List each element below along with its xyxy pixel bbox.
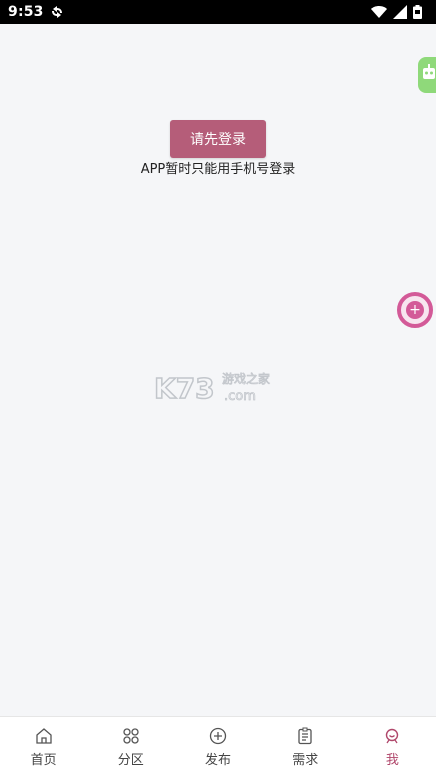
cellular-icon	[393, 5, 407, 19]
nav-label-home: 首页	[30, 753, 57, 768]
grid-icon	[122, 727, 140, 745]
float-add-button[interactable]: +	[397, 292, 433, 328]
wifi-icon	[371, 5, 387, 19]
battery-icon	[413, 5, 422, 19]
robot-icon	[422, 64, 436, 86]
status-bar: 9:53	[0, 0, 436, 24]
side-widget[interactable]	[418, 57, 436, 93]
nav-label-category: 分区	[117, 753, 144, 768]
nav-item-publish[interactable]: 发布	[174, 717, 261, 775]
watermark-bottom-right: .com	[224, 389, 256, 404]
nav-label-me: 我	[385, 753, 399, 768]
add-circle-icon	[209, 727, 227, 745]
plus-icon: +	[406, 301, 424, 319]
nav-label-demand: 需求	[292, 753, 319, 768]
nav-item-category[interactable]: 分区	[87, 717, 174, 775]
nav-item-me[interactable]: 我	[349, 717, 436, 775]
main-content: 请先登录 APP暂时只能用手机号登录 + K73 游戏之家 .com	[0, 24, 436, 716]
sync-icon	[50, 5, 64, 19]
watermark-top-right: 游戏之家	[222, 371, 270, 386]
clipboard-icon	[296, 727, 314, 745]
bottom-nav: 首页 分区 发布 需求 我	[0, 716, 436, 775]
status-left: 9:53	[8, 4, 64, 20]
status-time: 9:53	[8, 4, 44, 20]
nav-label-publish: 发布	[205, 753, 232, 768]
watermark-main: K73	[154, 372, 215, 404]
login-button[interactable]: 请先登录	[170, 120, 266, 158]
nav-item-demand[interactable]: 需求	[262, 717, 349, 775]
nav-item-home[interactable]: 首页	[0, 717, 87, 775]
status-right	[371, 5, 422, 19]
home-icon	[35, 727, 53, 745]
user-icon	[383, 727, 401, 745]
login-hint: APP暂时只能用手机号登录	[140, 162, 296, 177]
watermark-logo: K73 游戏之家 .com	[154, 371, 270, 404]
